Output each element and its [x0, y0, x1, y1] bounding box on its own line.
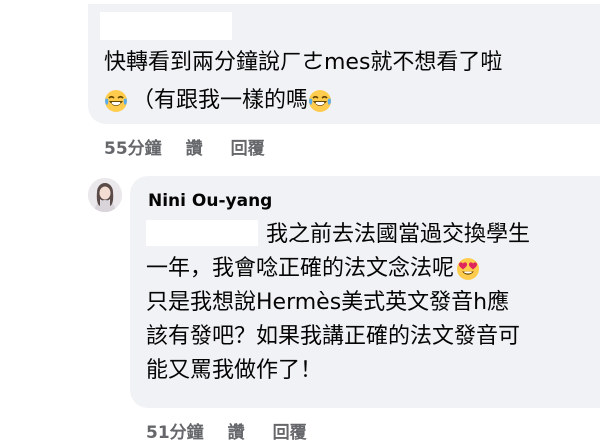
like-button[interactable]: 讚 — [186, 138, 203, 160]
comment-text: 一年，我會唸正確的法文念法呢 — [146, 256, 455, 281]
laughing-crying-emoji-icon — [105, 90, 127, 112]
reply-button[interactable]: 回覆 — [231, 138, 265, 160]
user-avatar-icon — [88, 178, 122, 212]
reply-button[interactable]: 回覆 — [273, 422, 307, 444]
comment-text-line: 該有發吧？如果我講正確的法文發音可 — [146, 322, 520, 352]
redacted-tag — [146, 220, 258, 246]
comment-text-line: 我之前去法國當過交換學生 — [266, 220, 530, 250]
comment-actions: 55分鐘 讚 回覆 — [104, 138, 293, 160]
comment-text-line: 能又罵我做作了！ — [146, 356, 322, 386]
comment-timestamp[interactable]: 55分鐘 — [104, 138, 162, 160]
comment-thread: 快轉看到兩分鐘說ㄏㄜmes就不想看了啦 （有跟我一樣的嗎 55分鐘 讚 回覆 N… — [0, 0, 600, 445]
heart-eyes-emoji-icon — [457, 258, 480, 280]
comment-text: 快轉看到兩分鐘說ㄏㄜmes就不想看了啦 — [104, 50, 503, 75]
redacted-author-name — [100, 12, 232, 40]
laughing-crying-emoji-icon — [309, 90, 332, 112]
comment-text-line: 只是我想說Hermès美式英文發音h應 — [146, 288, 509, 318]
comment-text: （有跟我一樣的嗎 — [132, 88, 309, 113]
comment-text: 只是我想說Hermès美式英文發音h應 — [146, 290, 510, 315]
avatar[interactable] — [88, 178, 122, 212]
comment-actions: 51分鐘 讚 回覆 — [146, 422, 335, 444]
comment-text: 能又罵我做作了！ — [146, 358, 323, 383]
comment-text: 該有發吧？如果我講正確的法文發音可 — [146, 324, 521, 349]
comment-text-line: 一年，我會唸正確的法文念法呢 — [146, 254, 480, 284]
comment-timestamp[interactable]: 51分鐘 — [146, 422, 204, 444]
comment-author[interactable]: Nini Ou-yang — [148, 190, 272, 212]
comment-text: 我之前去法國當過交換學生 — [266, 222, 531, 247]
comment-text-line: 快轉看到兩分鐘說ㄏㄜmes就不想看了啦 — [104, 48, 502, 78]
comment-text-line: （有跟我一樣的嗎 — [104, 86, 332, 116]
like-button[interactable]: 讚 — [228, 422, 245, 444]
